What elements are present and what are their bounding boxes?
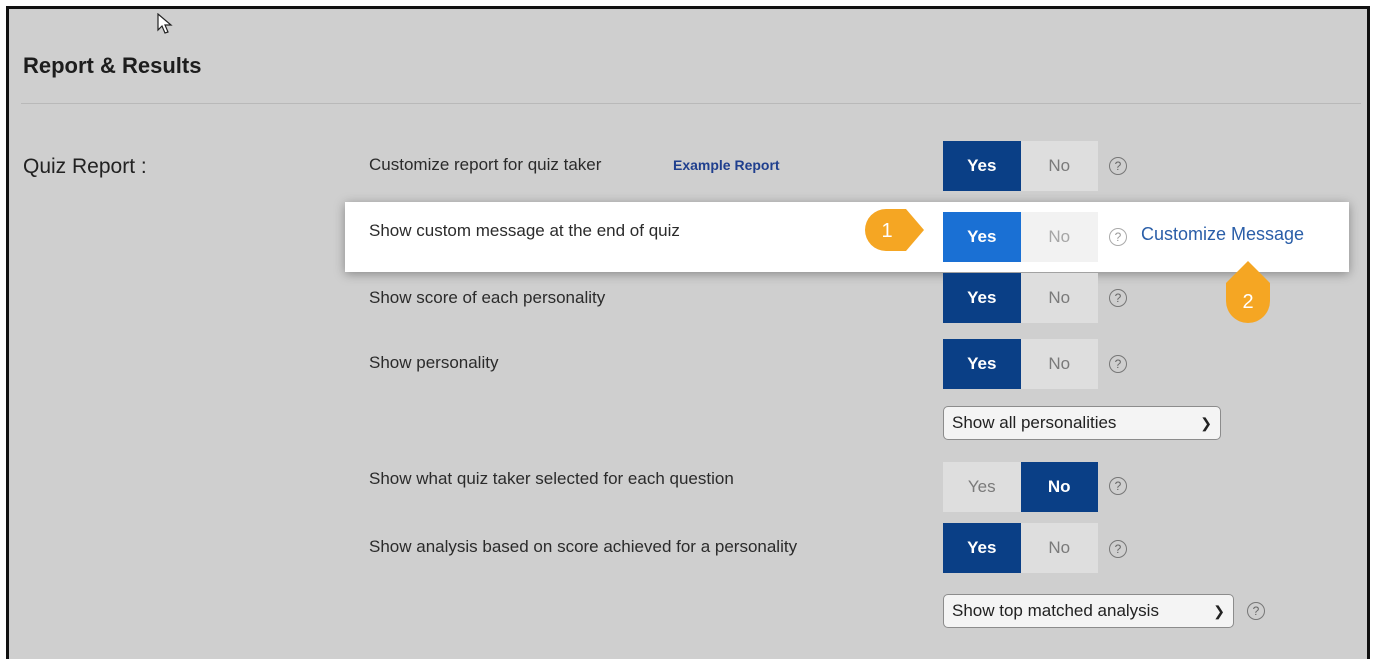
- personality-select[interactable]: Show all personalities ❯: [943, 406, 1221, 440]
- row-label-custom-message: Show custom message at the end of quiz: [369, 221, 680, 240]
- help-icon[interactable]: ?: [1109, 157, 1127, 175]
- toggle-customize-report[interactable]: Yes No: [943, 141, 1098, 191]
- help-icon[interactable]: ?: [1109, 228, 1127, 246]
- row-label-score-personality: Show score of each personality: [369, 288, 606, 307]
- help-icon[interactable]: ?: [1109, 289, 1127, 307]
- analysis-select-value: Show top matched analysis: [952, 601, 1159, 620]
- toggle-yes-button[interactable]: Yes: [943, 212, 1021, 262]
- help-icon[interactable]: ?: [1109, 355, 1127, 373]
- divider: [21, 103, 1361, 104]
- toggle-score-personality[interactable]: Yes No: [943, 273, 1098, 323]
- analysis-select[interactable]: Show top matched analysis ❯: [943, 594, 1234, 628]
- chevron-down-icon: ❯: [1213, 603, 1225, 619]
- toggle-yes-button[interactable]: Yes: [943, 141, 1021, 191]
- marker-number: 1: [881, 220, 892, 242]
- row-label-show-personality: Show personality: [369, 353, 499, 372]
- personality-select-value: Show all personalities: [952, 413, 1117, 432]
- toggle-show-personality[interactable]: Yes No: [943, 339, 1098, 389]
- help-icon[interactable]: ?: [1109, 477, 1127, 495]
- toggle-yes-button[interactable]: Yes: [943, 523, 1021, 573]
- row-label-selected-answers: Show what quiz taker selected for each q…: [369, 469, 734, 488]
- help-icon[interactable]: ?: [1247, 602, 1265, 620]
- toggle-no-button[interactable]: No: [1020, 462, 1098, 512]
- row-label-score-analysis: Show analysis based on score achieved fo…: [369, 537, 798, 556]
- toggle-no-button[interactable]: No: [1020, 339, 1098, 389]
- toggle-yes-button[interactable]: Yes: [943, 462, 1021, 512]
- toggle-no-button[interactable]: No: [1020, 273, 1098, 323]
- toggle-no-button[interactable]: No: [1020, 212, 1098, 262]
- chevron-down-icon: ❯: [1200, 415, 1212, 431]
- quiz-report-label: Quiz Report :: [23, 155, 147, 178]
- toggle-score-analysis[interactable]: Yes No: [943, 523, 1098, 573]
- report-results-panel: Report & Results Quiz Report : Customize…: [6, 6, 1370, 659]
- toggle-no-button[interactable]: No: [1020, 141, 1098, 191]
- example-report-link[interactable]: Example Report: [673, 157, 780, 173]
- marker-number: 2: [1242, 291, 1253, 313]
- row-label-customize-report: Customize report for quiz taker: [369, 155, 602, 174]
- help-icon[interactable]: ?: [1109, 540, 1127, 558]
- toggle-no-button[interactable]: No: [1020, 523, 1098, 573]
- callout-marker-1: 1: [865, 209, 924, 251]
- toggle-yes-button[interactable]: Yes: [943, 273, 1021, 323]
- toggle-yes-button[interactable]: Yes: [943, 339, 1021, 389]
- section-title: Report & Results: [23, 53, 202, 78]
- toggle-selected-answers[interactable]: Yes No: [943, 462, 1098, 512]
- toggle-custom-message[interactable]: Yes No: [943, 212, 1098, 262]
- mouse-cursor-icon: [157, 13, 173, 34]
- customize-message-link[interactable]: Customize Message: [1141, 224, 1304, 245]
- highlighted-row: Show custom message at the end of quiz Y…: [345, 202, 1349, 272]
- callout-marker-2: 2: [1226, 261, 1270, 323]
